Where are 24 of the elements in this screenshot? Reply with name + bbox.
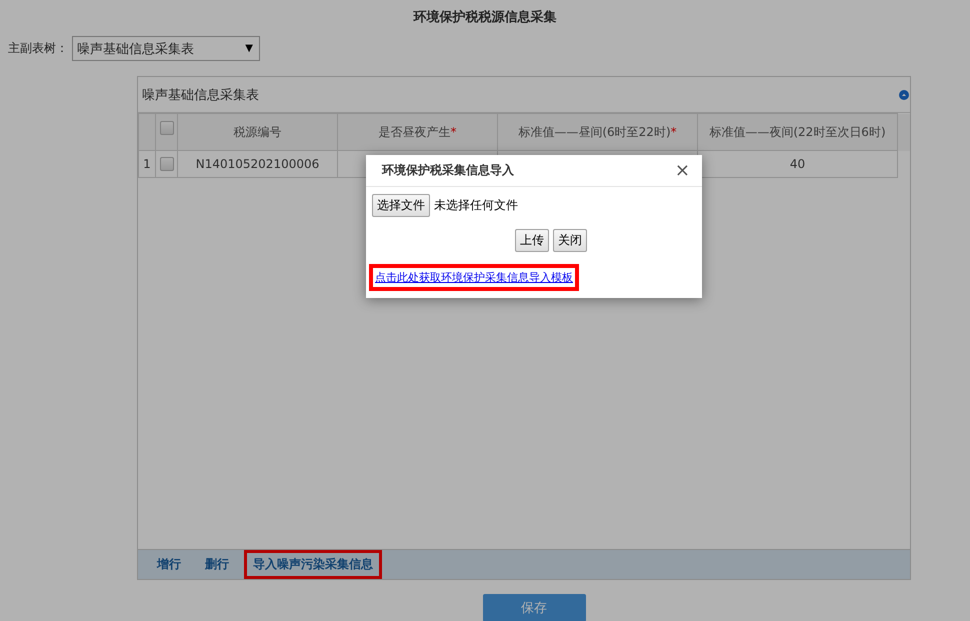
column-header: 标准值——昼间(6时至22时)* (518, 124, 677, 138)
checkbox[interactable] (160, 120, 174, 135)
field-label: 主副表树： (8, 40, 68, 57)
action-link[interactable]: 删行 (196, 550, 238, 579)
panel-title: 噪声基础信息采集表 (142, 86, 259, 104)
table-cell: N140105202100006 (196, 157, 320, 171)
tree-select[interactable]: 噪声基础信息采集表 ▼ (72, 36, 260, 61)
choose-file-button[interactable]: 选择文件 (372, 194, 430, 217)
column-header: 是否昼夜产生* (378, 124, 456, 138)
column-header: 税源编号 (234, 124, 282, 138)
close-button[interactable]: × (670, 162, 694, 180)
action-link[interactable]: 增行 (148, 550, 190, 579)
page-title: 环境保护税税源信息采集 (412, 8, 558, 26)
file-status: 未选择任何文件 (434, 197, 518, 214)
template-link[interactable]: 点击此处获取环境保护采集信息导入模板 (369, 264, 579, 291)
row-number: 1 (143, 157, 151, 171)
collapse-icon[interactable] (899, 90, 909, 100)
dialog-title: 环境保护税采集信息导入 (382, 162, 514, 179)
action-link[interactable]: 导入噪声污染采集信息 (244, 550, 382, 579)
checkbox[interactable] (160, 157, 174, 172)
dialog-button[interactable]: 上传 (515, 229, 549, 252)
table-cell: 40 (790, 157, 806, 171)
dialog-button[interactable]: 关闭 (553, 229, 587, 252)
column-header: 标准值——夜间(22时至次日6时) (709, 124, 886, 138)
